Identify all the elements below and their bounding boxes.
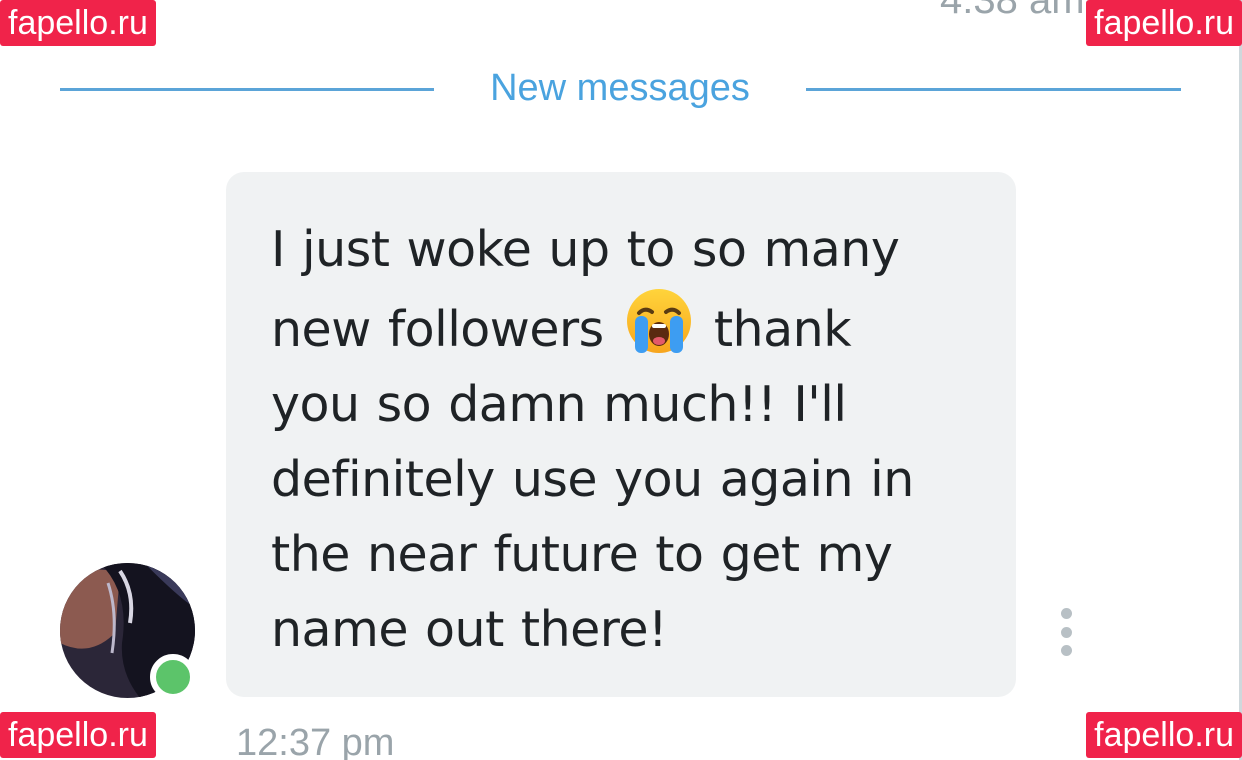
divider-line-right: [806, 88, 1181, 91]
message-thread-view: 4:38 am New messages I just woke up to s…: [0, 0, 1242, 760]
message-text: I just woke up to so many new followers: [271, 212, 986, 667]
loudly-crying-face-icon: [625, 287, 693, 355]
new-messages-label: New messages: [490, 67, 750, 109]
message-timestamp: 12:37 pm: [236, 722, 395, 760]
watermark: fapello.ru: [1086, 0, 1242, 46]
watermark: fapello.ru: [0, 0, 156, 46]
watermark: fapello.ru: [0, 712, 156, 758]
vertical-ellipsis-icon: [1060, 626, 1072, 638]
divider-line-left: [60, 88, 434, 91]
message-line: name out there!: [271, 601, 668, 658]
message-segment: new followers: [271, 301, 604, 358]
more-options-button[interactable]: [1052, 608, 1080, 656]
message-line: definitely use you again in: [271, 451, 914, 508]
vertical-ellipsis-icon: [1060, 608, 1072, 619]
message-line: I just woke up to so many: [271, 221, 900, 278]
message-bubble[interactable]: I just woke up to so many new followers: [226, 172, 1016, 697]
vertical-ellipsis-icon: [1060, 645, 1072, 656]
message-line: the near future to get my: [271, 526, 893, 583]
message-segment: thank: [713, 301, 852, 358]
message-line: new followers thank: [271, 287, 986, 367]
watermark: fapello.ru: [1086, 712, 1242, 758]
message-line: you so damn much!! I'll: [271, 376, 847, 433]
previous-message-time: 4:38 am: [940, 0, 1085, 22]
online-status-icon: [150, 654, 196, 700]
